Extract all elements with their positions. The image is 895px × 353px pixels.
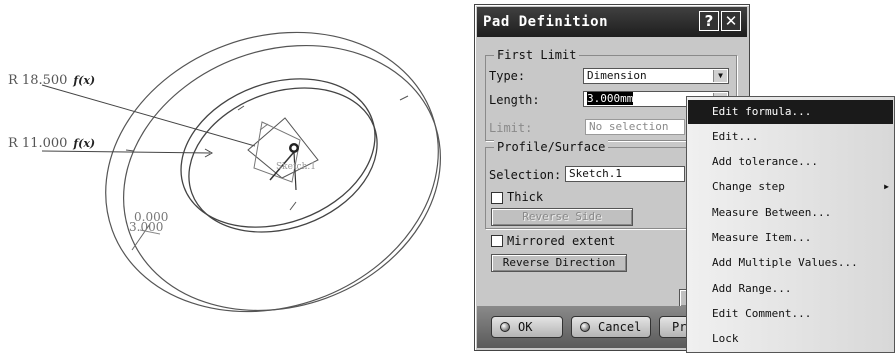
sketch-label: Sketch.1	[276, 162, 316, 172]
dimension-value: R 18.500	[8, 73, 68, 88]
formula-icon: f(x)	[73, 74, 96, 87]
limit-value: No selection	[589, 120, 669, 133]
type-label: Type:	[489, 69, 526, 83]
cancel-bullet-icon	[580, 322, 590, 332]
menu-item-measure-between[interactable]: Measure Between...	[688, 201, 893, 225]
cancel-label: Cancel	[598, 320, 642, 334]
menu-item-edit-formula[interactable]: Edit formula...	[688, 100, 893, 124]
menu-item-label: Add tolerance...	[712, 155, 818, 168]
profile-surface-legend: Profile/Surface	[494, 140, 609, 154]
selection-value: Sketch.1	[569, 167, 622, 180]
reverse-side-button[interactable]: Reverse Side	[491, 208, 633, 226]
dimension-inner-radius[interactable]: R 11.000 f(x)	[8, 136, 95, 151]
length-label: Length:	[489, 93, 540, 107]
thick-label: Thick	[507, 190, 544, 204]
menu-item-label: Add Range...	[712, 282, 792, 295]
menu-item-edit[interactable]: Edit...	[688, 125, 893, 149]
menu-item-label: Change step	[712, 180, 785, 193]
preview-label: Pr	[672, 320, 687, 334]
length-value: 3.000mm	[587, 92, 634, 105]
dialog-title: Pad Definition	[483, 14, 609, 30]
ok-label: OK	[518, 320, 533, 334]
ok-button[interactable]: OK	[491, 316, 563, 338]
3d-viewport[interactable]: R 18.500 f(x) R 11.000 f(x) 0.000 3.000 Sk…	[0, 0, 470, 353]
selection-label: Selection:	[489, 168, 562, 182]
submenu-arrow-icon: ▶	[884, 182, 889, 191]
close-button[interactable]: ✕	[721, 11, 741, 31]
cancel-button[interactable]: Cancel	[571, 316, 651, 338]
menu-item-change-step[interactable]: Change step ▶	[688, 175, 893, 199]
menu-item-label: Edit Comment...	[712, 307, 812, 320]
type-combo[interactable]: Dimension ▼	[583, 68, 729, 84]
parameter-context-menu: Edit formula... Edit... Add tolerance...…	[686, 96, 895, 353]
menu-item-label: Edit...	[712, 130, 759, 143]
pad-geometry	[41, 31, 442, 313]
type-value: Dimension	[587, 69, 647, 82]
menu-item-add-range[interactable]: Add Range...	[688, 277, 893, 301]
menu-item-label: Measure Between...	[712, 206, 832, 219]
reverse-direction-button[interactable]: Reverse Direction	[491, 254, 627, 272]
chevron-down-icon[interactable]: ▼	[713, 70, 727, 82]
menu-item-add-multiple-values[interactable]: Add Multiple Values...	[688, 251, 893, 275]
dimension-length-label: 3.000	[129, 220, 164, 234]
dimension-value: R 11.000	[8, 136, 68, 151]
limit-field[interactable]: No selection	[585, 119, 685, 135]
dialog-titlebar[interactable]: Pad Definition ? ✕	[477, 7, 747, 37]
menu-item-measure-item[interactable]: Measure Item...	[688, 226, 893, 250]
ok-bullet-icon	[500, 322, 510, 332]
menu-item-label: Add Multiple Values...	[712, 256, 858, 269]
menu-item-add-tolerance[interactable]: Add tolerance...	[688, 150, 893, 174]
menu-item-lock[interactable]: Lock	[688, 327, 893, 351]
selection-field[interactable]: Sketch.1	[565, 166, 685, 182]
menu-item-label: Measure Item...	[712, 231, 812, 244]
thick-checkbox[interactable]	[491, 192, 503, 204]
menu-item-label: Edit formula...	[712, 105, 812, 118]
help-button[interactable]: ?	[699, 11, 719, 31]
dimension-outer-radius[interactable]: R 18.500 f(x)	[8, 73, 95, 88]
mirrored-extent-checkbox[interactable]	[491, 235, 503, 247]
menu-item-label: Lock	[712, 332, 739, 345]
formula-icon: f(x)	[73, 137, 96, 150]
mirrored-extent-label: Mirrored extent	[507, 234, 616, 248]
menu-item-edit-comment[interactable]: Edit Comment...	[688, 302, 893, 326]
limit-label: Limit:	[489, 121, 533, 135]
first-limit-legend: First Limit	[494, 48, 580, 62]
